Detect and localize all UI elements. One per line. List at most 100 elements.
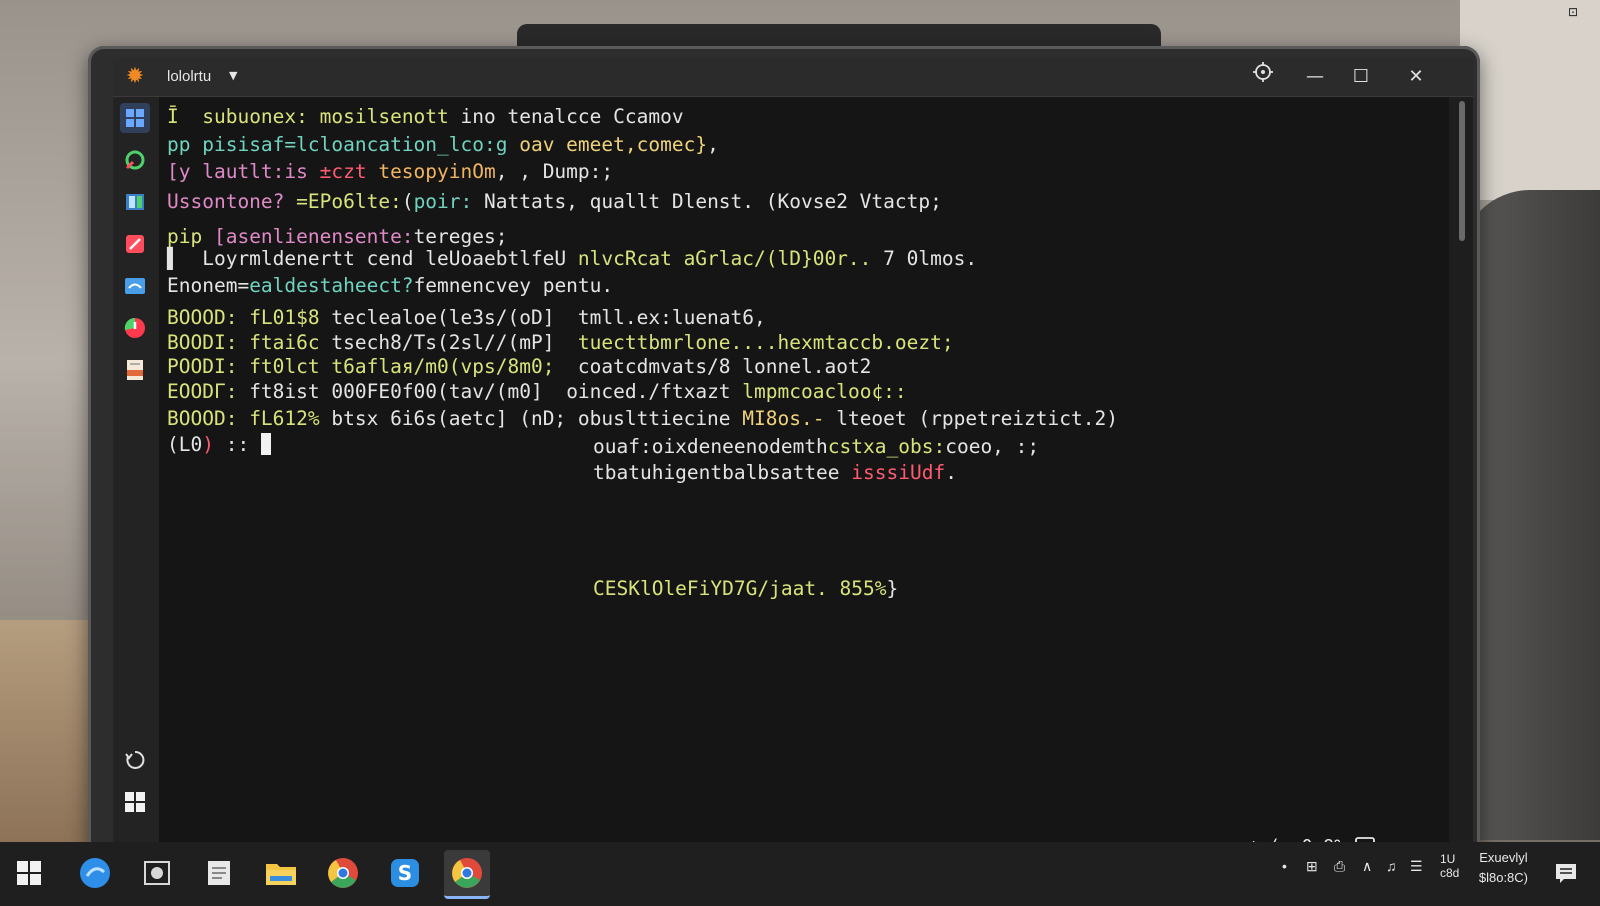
terminal-text-segment: ±czt bbox=[319, 160, 379, 183]
terminal-text-segment: subuonex: mosilsenott bbox=[202, 105, 461, 128]
terminal-line-1: Ī subuonex: mosilsenott ino tenalcce Cca… bbox=[167, 105, 684, 128]
terminal-window: ✹ lololrtu ▼ — ☐ ✕ Ī subuonex: mosilseno… bbox=[113, 58, 1473, 850]
clock-line-2: $l8o:8C) bbox=[1478, 870, 1528, 885]
terminal-text-segment: ealdestaheect? bbox=[249, 274, 414, 297]
terminal-text-segment: ▌ Loyrmldenertt cend leUoaebtlfeU bbox=[167, 247, 578, 270]
terminal-text-segment: coeo, :; bbox=[945, 435, 1040, 458]
terminal-line-5: pip [asenlienensente:tereges; bbox=[167, 225, 507, 248]
terminal-text-segment: oinced./ftxazt bbox=[566, 380, 743, 403]
terminal-text-segment: MI8os.- bbox=[742, 407, 825, 430]
terminal-text-segment: [asenlienensente: bbox=[213, 225, 414, 248]
terminal-text-segment: , , Dump:; bbox=[495, 160, 614, 183]
target-icon[interactable] bbox=[1243, 62, 1283, 92]
terminal-text-segment: ) bbox=[202, 433, 214, 456]
tray-language-indicator[interactable]: 1U c8d bbox=[1440, 852, 1459, 880]
terminal-text-segment: tsech8/Ts(2sl//(mP] bbox=[331, 331, 578, 354]
terminal-text-segment: :: bbox=[213, 433, 261, 456]
chrome-alt-icon[interactable] bbox=[444, 850, 490, 899]
clock-line-1: Exuevlyl bbox=[1479, 850, 1528, 865]
scrollbar-thumb[interactable] bbox=[1459, 101, 1465, 241]
terminal-line-9: BOODI: ftai6c tsech8/Ts(2sl//(mP] tuectt… bbox=[167, 331, 954, 354]
skype-icon[interactable]: S bbox=[382, 850, 428, 896]
terminal-text-segment: BOOOD: bbox=[167, 407, 250, 430]
terminal-line-2: pp pisisaf=lcloancation_lco:g oav emeet,… bbox=[167, 133, 719, 156]
tray-volume-icon[interactable]: ♫ bbox=[1386, 858, 1397, 874]
terminal-text-segment: pip bbox=[167, 225, 214, 248]
tray-dot-icon[interactable]: • bbox=[1282, 858, 1287, 874]
windows-grid-icon[interactable] bbox=[120, 103, 150, 133]
terminal-text-segment: nlvcRcat aGrlac/(lD}00r.. bbox=[577, 247, 872, 270]
pen-icon[interactable] bbox=[120, 229, 150, 259]
sidebar bbox=[113, 97, 159, 850]
terminal-text-segment: Nattats, quallt Dlenst. (Kovse2 Vtactp; bbox=[472, 190, 942, 213]
terminal-text-segment: btsx 6i6s(aetc] (nD; obuslttiecine bbox=[331, 407, 743, 430]
minimize-button[interactable]: — bbox=[1295, 62, 1335, 92]
edge-icon[interactable] bbox=[72, 850, 118, 896]
terminal-text-segment: poir: bbox=[413, 190, 473, 213]
background-chair bbox=[1460, 190, 1600, 840]
window-title: lololrtu bbox=[167, 68, 212, 85]
terminal-text-segment: } bbox=[886, 577, 899, 600]
tray-chevron-up-icon[interactable]: ∧ bbox=[1362, 858, 1372, 875]
terminal-line-16: CESKlOleFiYD7G/jaat. 855%} bbox=[593, 577, 898, 600]
notepad-icon[interactable] bbox=[196, 850, 242, 896]
terminal-text-segment: CESKlOleFiYD7G/jaat. 855% bbox=[593, 577, 887, 600]
terminal-text-segment: =EPo6lte: bbox=[296, 190, 402, 213]
terminal-text-segment: ft8ist bbox=[249, 380, 332, 403]
photos-icon[interactable] bbox=[134, 850, 180, 896]
terminal-text-segment: t6aflaя/m0(vps/8m0; bbox=[331, 355, 578, 378]
maximize-button[interactable]: ☐ bbox=[1341, 62, 1381, 92]
terminal-text-segment: [y lautlt:is bbox=[167, 160, 320, 183]
taskbar-clock[interactable]: Exuevlyl $l8o:8C) bbox=[1479, 848, 1528, 888]
terminal-output[interactable]: Ī subuonex: mosilsenott ino tenalcce Cca… bbox=[159, 97, 1449, 850]
terminal-text-segment: teclealoe(le3s/(oD] tmll.ex:luenat6, bbox=[331, 306, 766, 329]
terminal-text-segment: Enonem= bbox=[167, 274, 250, 297]
document-icon[interactable] bbox=[120, 355, 150, 385]
terminal-text-segment: EOODГ: bbox=[167, 380, 250, 403]
sync-icon[interactable] bbox=[120, 745, 150, 775]
terminal-prompt-line: (L0) :: bbox=[167, 433, 271, 456]
chevron-down-icon[interactable]: ▼ bbox=[229, 69, 237, 82]
terminal-text-segment: , bbox=[707, 133, 719, 156]
book-icon[interactable] bbox=[120, 187, 150, 217]
terminal-text-segment: fL612% bbox=[249, 407, 332, 430]
app-gear-icon: ✹ bbox=[125, 64, 145, 89]
terminal-text-segment: Ī bbox=[167, 105, 203, 128]
terminal-text-segment: cstxa_obs: bbox=[827, 435, 946, 458]
terminal-text-segment: femnencvey pentu. bbox=[413, 274, 614, 297]
svg-text:S: S bbox=[398, 861, 412, 885]
windows-start-icon[interactable] bbox=[120, 787, 150, 817]
terminal-text-segment: BOODI: bbox=[167, 331, 250, 354]
terminal-text-segment: pisisaf=lcloancation_lco:g bbox=[202, 133, 520, 156]
terminal-text-segment: ( bbox=[401, 190, 414, 213]
terminal-line-14: ouaf:oixdeneenodemthcstxa_obs:coeo, :; bbox=[593, 435, 1039, 458]
close-button[interactable]: ✕ bbox=[1396, 62, 1436, 92]
terminal-text-segment: isssiUdf bbox=[851, 461, 946, 484]
pie-chart-icon[interactable] bbox=[120, 313, 150, 343]
terminal-text-segment: oav emeet,comec} bbox=[519, 133, 708, 156]
notification-center-icon[interactable] bbox=[1546, 850, 1586, 896]
tray-network-icon[interactable]: ☰ bbox=[1410, 858, 1423, 875]
terminal-text-segment: tesopyinOm bbox=[378, 160, 496, 183]
title-bar[interactable]: ✹ lololrtu ▼ — ☐ ✕ bbox=[113, 58, 1473, 97]
terminal-text-segment: (L0 bbox=[167, 433, 203, 456]
terminal-text-segment: coatcdmvats/8 lonnel.aot2 bbox=[577, 355, 872, 378]
start-icon[interactable] bbox=[6, 850, 52, 896]
refresh-chat-icon[interactable] bbox=[120, 145, 150, 175]
terminal-line-10: POODI: ft0lct t6aflaя/m0(vps/8m0; coatcd… bbox=[167, 355, 871, 378]
vertical-scrollbar[interactable] bbox=[1449, 97, 1473, 850]
terminal-text-segment: tereges; bbox=[413, 225, 508, 248]
file-explorer-icon[interactable] bbox=[258, 850, 304, 896]
terminal-text-segment: 000FE0f00(tav/(m0] bbox=[331, 380, 567, 403]
terminal-line-15: tbatuhigentbalbsattee isssiUdf. bbox=[593, 461, 957, 484]
terminal-text-segment: ftai6c bbox=[249, 331, 332, 354]
terminal-line-12: BOOOD: fL612% btsx 6i6s(aetc] (nD; obusl… bbox=[167, 407, 1118, 430]
terminal-text-segment: BOOOD: bbox=[167, 306, 250, 329]
tray-window-icon[interactable]: ⊞ bbox=[1306, 858, 1318, 875]
terminal-text-segment: lmpmcoacloo¢:: bbox=[742, 380, 907, 403]
chrome-icon[interactable] bbox=[320, 850, 366, 896]
terminal-line-11: EOODГ: ft8ist 000FE0f00(tav/(m0] oinced.… bbox=[167, 380, 907, 403]
cloud-icon[interactable] bbox=[120, 271, 150, 301]
taskbar: S • ⊞ ⎙ ∧ ♫ ☰ 1U c8d Exuevlyl $l8o:8C) bbox=[0, 842, 1600, 906]
tray-camera-icon[interactable]: ⎙ bbox=[1334, 858, 1345, 875]
